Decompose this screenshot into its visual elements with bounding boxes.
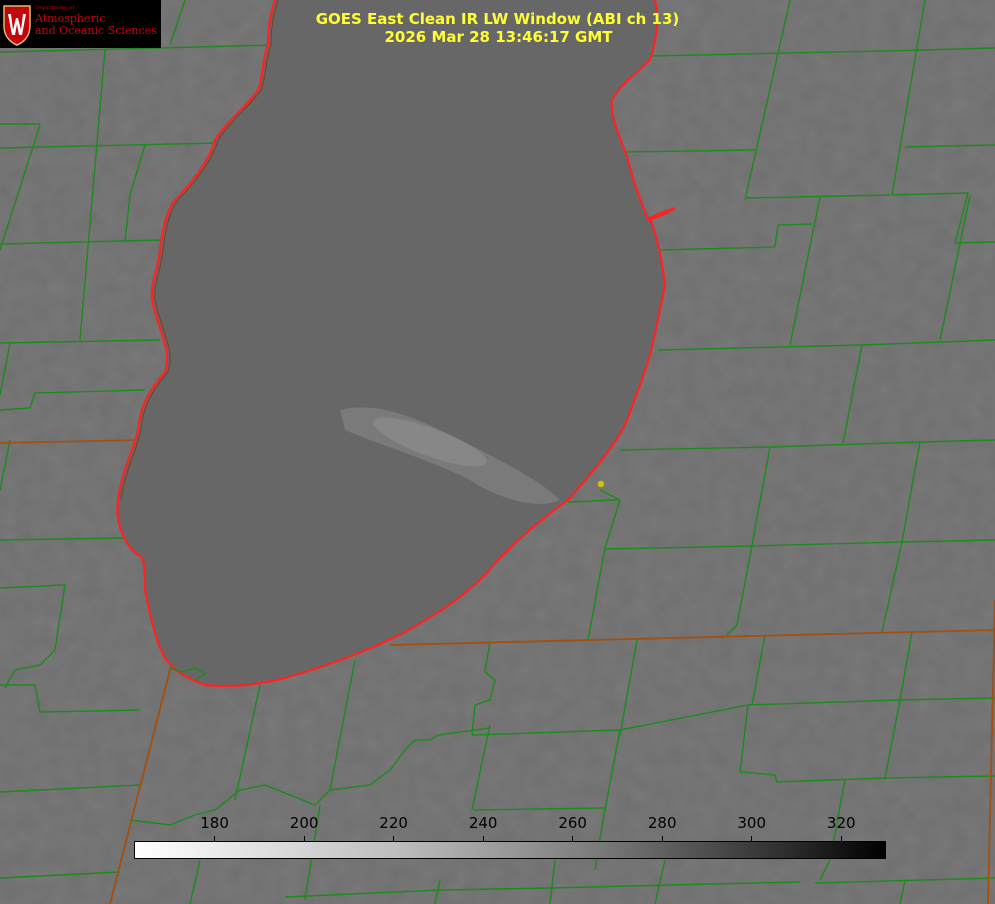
colorbar-tick-labels: 180 200 220 240 260 280 300 320: [0, 814, 995, 836]
colorbar-tick-label: 200: [289, 814, 319, 832]
colorbar: [134, 841, 886, 859]
logo-text: Department of Atmospheric and Oceanic Sc…: [35, 5, 157, 37]
colorbar-tick-label: 280: [647, 814, 677, 832]
logo-dept: Department of: [35, 5, 75, 11]
satellite-map: Department of Atmospheric and Oceanic Sc…: [0, 0, 995, 904]
colorbar-tick-label: 260: [558, 814, 587, 832]
uw-crest-icon: [3, 5, 31, 46]
colorbar-tick-label: 180: [200, 814, 229, 832]
colorbar-tick-label: 300: [737, 814, 767, 832]
logo-line2: and Oceanic Sciences: [35, 23, 157, 37]
colorbar-tick-label: 240: [468, 814, 498, 832]
colorbar-tick-label: 320: [826, 814, 856, 832]
map-layer: [0, 0, 995, 904]
location-marker: [597, 480, 605, 488]
uw-aos-logo: Department of Atmospheric and Oceanic Sc…: [0, 0, 161, 48]
colorbar-tick-label: 220: [379, 814, 408, 832]
